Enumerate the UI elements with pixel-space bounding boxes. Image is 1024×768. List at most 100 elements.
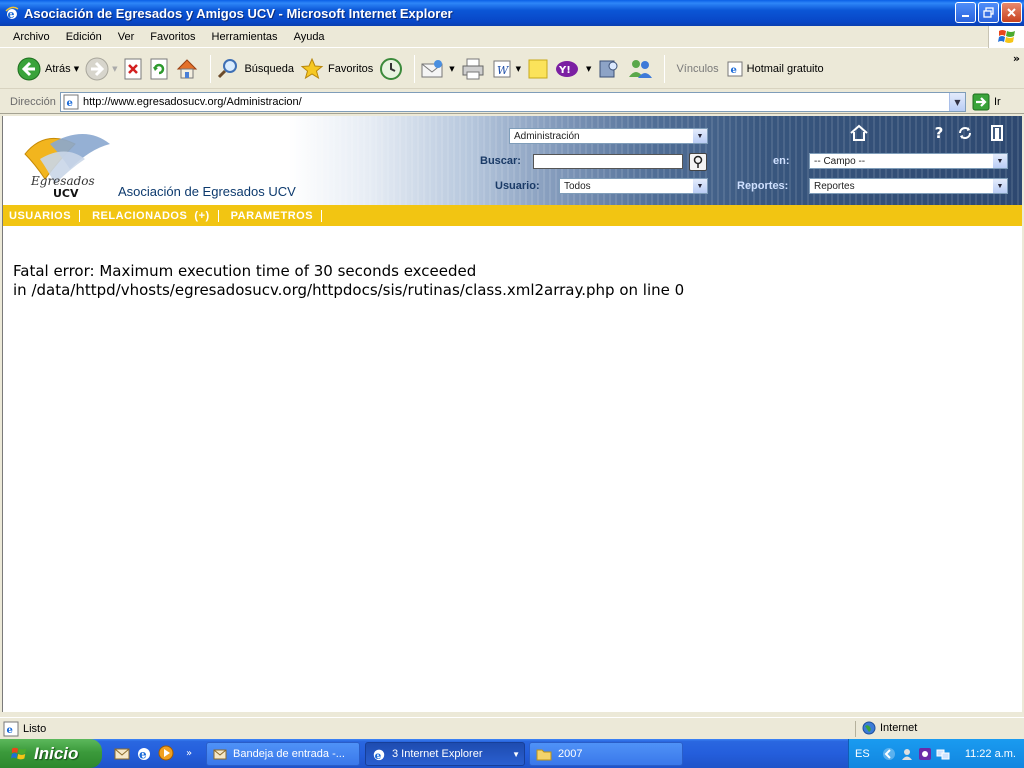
task-group-chevron-down-icon[interactable]: ▼: [512, 750, 520, 759]
close-button[interactable]: [1001, 2, 1022, 23]
status-bar: e Listo Internet: [0, 717, 1024, 739]
history-button[interactable]: [379, 53, 403, 85]
search-button[interactable]: Búsqueda: [216, 53, 294, 85]
back-button[interactable]: Atrás ▼: [17, 53, 79, 85]
search-icon: [693, 155, 703, 168]
forward-arrow-icon: [85, 57, 109, 80]
user-select-value: Todos: [564, 180, 591, 192]
help-button[interactable]: ?: [929, 123, 949, 143]
section-select[interactable]: Administración ▼: [509, 128, 708, 144]
user-tray-icon[interactable]: [900, 747, 914, 761]
home-icon: [177, 58, 198, 78]
site-logo: Egresados UCV: [15, 124, 115, 204]
mail-button[interactable]: ▼: [420, 53, 455, 85]
field-select[interactable]: -- Campo -- ▼: [809, 153, 1008, 169]
svg-text:e: e: [139, 748, 147, 762]
error-on-line: on line: [619, 281, 670, 299]
research-button[interactable]: [597, 53, 621, 85]
address-input[interactable]: e http://www.egresadosucv.org/Administra…: [60, 92, 966, 112]
site-search-input[interactable]: [533, 154, 683, 169]
toolbar-separator: [664, 54, 666, 83]
menu-edicion[interactable]: Edición: [66, 31, 102, 43]
go-button[interactable]: Ir: [972, 93, 1001, 111]
edit-dropdown-icon[interactable]: ▼: [516, 65, 521, 73]
edit-word-button[interactable]: W ▼: [491, 53, 521, 85]
windows-flag-icon: [988, 26, 1024, 48]
mail-icon: [213, 749, 227, 760]
status-text: Listo: [23, 722, 47, 735]
back-arrow-icon: [17, 57, 41, 80]
language-indicator[interactable]: ES: [855, 748, 870, 760]
close-icon: [1007, 8, 1016, 17]
stop-button[interactable]: [123, 53, 143, 85]
nav-usuarios[interactable]: USUARIOS: [9, 209, 81, 222]
yahoo-button[interactable]: Y! ▼: [555, 53, 591, 85]
reports-select-value: Reportes: [814, 180, 855, 192]
svg-text:e: e: [730, 65, 736, 76]
yahoo-dropdown-icon[interactable]: ▼: [586, 65, 591, 73]
title-bar: e Asociación de Egresados y Amigos UCV -…: [0, 0, 1024, 26]
task-inbox[interactable]: Bandeja de entrada -...: [206, 742, 360, 766]
go-label: Ir: [994, 96, 1001, 108]
svg-text:e: e: [7, 725, 13, 736]
favorites-button[interactable]: Favoritos: [300, 53, 373, 85]
address-label: Dirección: [10, 95, 56, 108]
windows-flag-icon: [11, 747, 27, 759]
antivirus-tray-icon[interactable]: [918, 747, 932, 761]
chevron-down-icon: ▼: [693, 129, 707, 143]
php-error-message: Fatal error: Maximum execution time of 3…: [13, 262, 684, 300]
outlook-express-icon[interactable]: [114, 745, 130, 761]
chevron-down-icon: ▼: [693, 179, 707, 193]
home-site-button[interactable]: [849, 123, 869, 143]
menu-ayuda[interactable]: Ayuda: [294, 31, 325, 43]
print-button[interactable]: [461, 53, 485, 85]
menu-ver[interactable]: Ver: [118, 31, 135, 43]
task-folder-2007[interactable]: 2007: [529, 742, 683, 766]
tray-arrow-icon[interactable]: [882, 747, 896, 761]
security-zone: Internet: [862, 721, 917, 735]
restore-button[interactable]: [978, 2, 999, 23]
svg-text:e: e: [67, 98, 73, 109]
forward-button[interactable]: ▼: [85, 53, 117, 85]
nav-parametros[interactable]: PARAMETROS: [231, 209, 323, 222]
menu-archivo[interactable]: Archivo: [13, 31, 50, 43]
logout-button[interactable]: [987, 123, 1007, 143]
back-dropdown-icon[interactable]: ▼: [74, 65, 79, 73]
messenger-button[interactable]: [627, 53, 653, 85]
nav-relacionados[interactable]: RELACIONADOS (+): [92, 209, 219, 222]
address-dropdown-icon[interactable]: ▼: [949, 93, 965, 111]
quick-launch-more[interactable]: »: [186, 748, 192, 759]
field-select-value: -- Campo --: [814, 155, 866, 167]
refresh-site-button[interactable]: [955, 123, 975, 143]
start-button[interactable]: Inicio: [0, 739, 102, 768]
network-tray-icon[interactable]: [936, 747, 950, 761]
menu-favoritos[interactable]: Favoritos: [150, 31, 195, 43]
mail-dropdown-icon[interactable]: ▼: [449, 65, 454, 73]
forward-dropdown-icon[interactable]: ▼: [112, 65, 117, 73]
media-player-icon[interactable]: [158, 745, 174, 761]
minimize-button[interactable]: [955, 2, 976, 23]
svg-text:e: e: [8, 8, 15, 21]
user-label: Usuario:: [495, 180, 540, 192]
links-label: Vínculos: [676, 62, 719, 75]
error-label: Fatal error: [13, 262, 90, 280]
chevron-down-icon: ▼: [993, 179, 1007, 193]
refresh-button[interactable]: [149, 53, 169, 85]
notes-button[interactable]: [527, 53, 549, 85]
internet-explorer-icon[interactable]: e: [136, 745, 152, 761]
toolbar-more-chevron[interactable]: »: [1013, 52, 1020, 65]
logo-text: Egresados: [31, 174, 95, 188]
menu-herramientas[interactable]: Herramientas: [212, 31, 278, 43]
task-internet-explorer[interactable]: e 3 Internet Explorer ▼: [365, 742, 525, 766]
user-select[interactable]: Todos ▼: [559, 178, 708, 194]
task-ie-label: 3 Internet Explorer: [392, 748, 483, 760]
reports-select[interactable]: Reportes ▼: [809, 178, 1008, 194]
site-search-button[interactable]: [689, 153, 707, 171]
logo-subtext: UCV: [53, 187, 79, 200]
site-header: Egresados UCV Asociación de Egresados UC…: [3, 116, 1022, 205]
search-label: Buscar:: [480, 155, 521, 167]
home-button[interactable]: [175, 53, 199, 85]
stop-icon: [124, 58, 142, 79]
hotmail-link[interactable]: e Hotmail gratuito: [727, 53, 824, 85]
sticky-note-icon: [528, 59, 548, 78]
